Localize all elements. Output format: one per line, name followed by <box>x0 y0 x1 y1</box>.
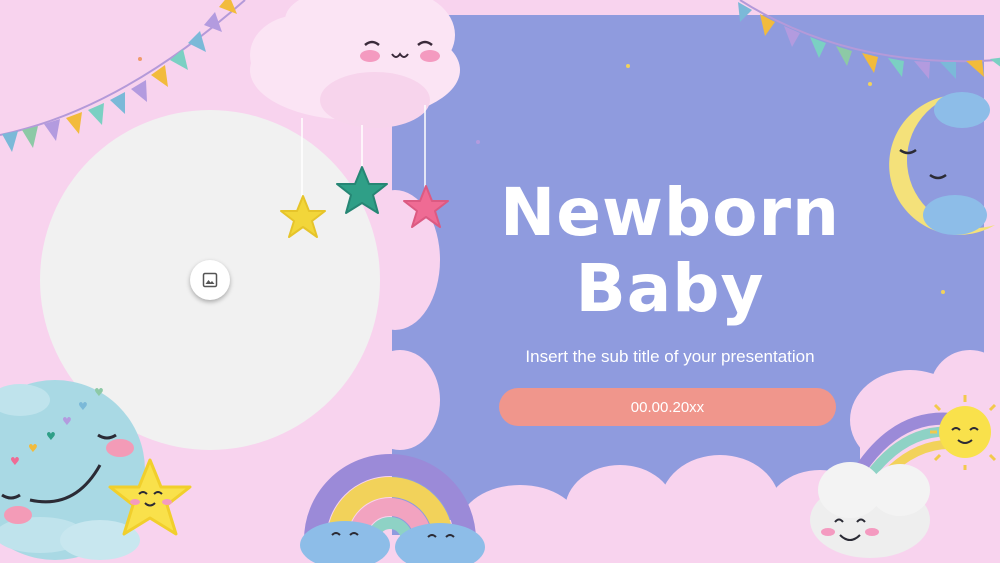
svg-text:♥: ♥ <box>78 400 88 413</box>
image-icon <box>202 272 218 288</box>
title-line-1: Newborn <box>499 174 841 251</box>
date-text: 00.00.20xx <box>630 398 705 416</box>
svg-text:♥: ♥ <box>28 442 38 455</box>
slide-canvas: ♥ ♥ ♥ ♥ ♥ ♥ Newborn Baby Insert the sub … <box>0 0 1000 563</box>
svg-text:♥: ♥ <box>46 430 56 443</box>
svg-text:♥: ♥ <box>10 455 20 468</box>
cloud-bottom-right <box>810 462 930 558</box>
slide-title: Newborn Baby <box>470 175 870 327</box>
date-pill: 00.00.20xx <box>499 388 836 426</box>
title-line-2: Baby <box>575 250 765 327</box>
svg-text:♥: ♥ <box>94 386 104 399</box>
insert-image-button[interactable] <box>190 260 230 300</box>
svg-text:♥: ♥ <box>62 415 72 428</box>
slide-subtitle: Insert the sub title of your presentatio… <box>525 347 815 366</box>
